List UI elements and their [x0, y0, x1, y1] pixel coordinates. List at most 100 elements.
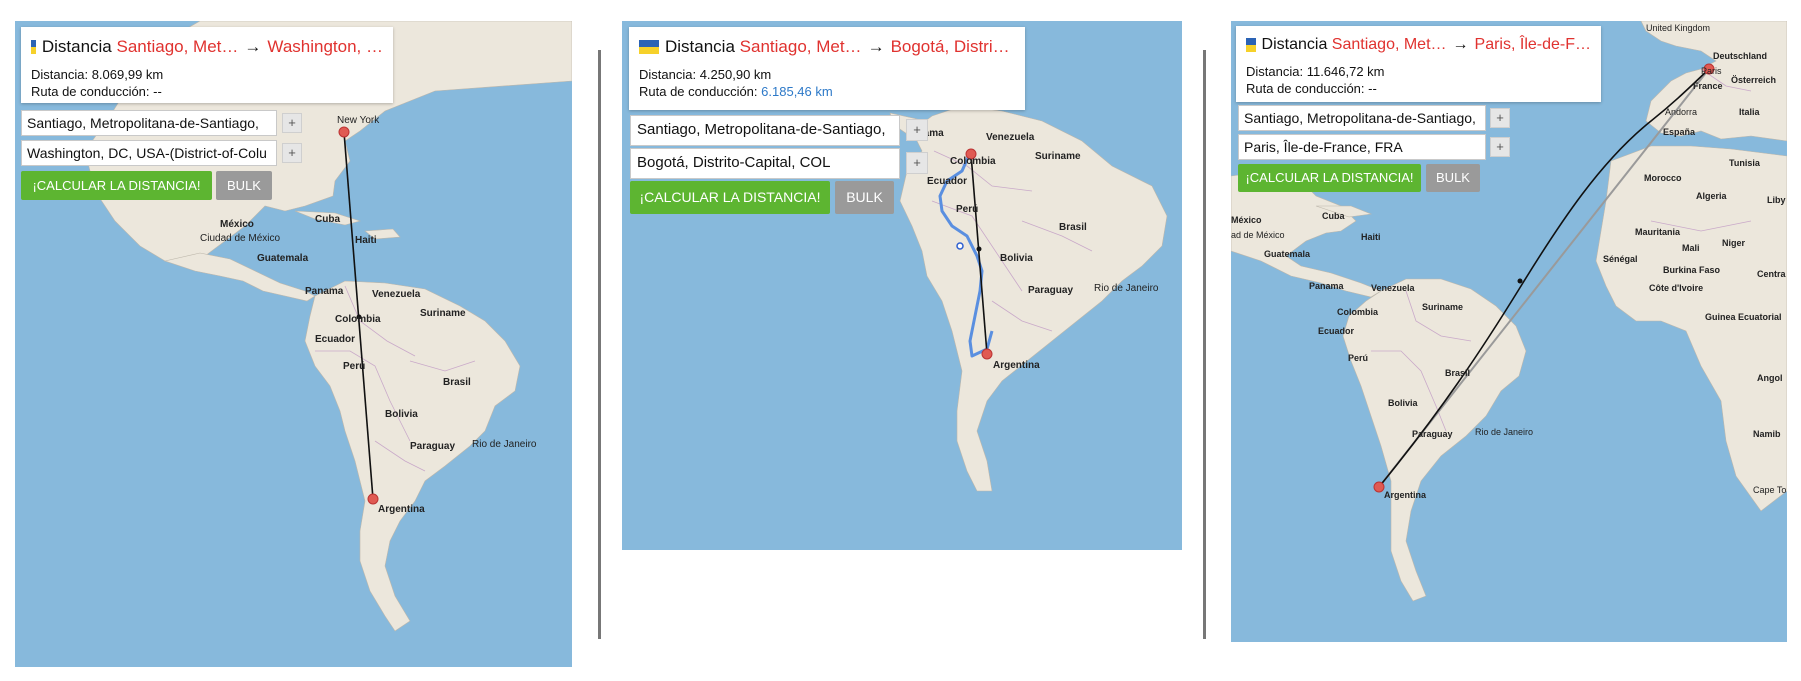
map-label-suriname: Suriname	[1035, 151, 1081, 162]
map-label-senegal: Sénégal	[1603, 254, 1638, 264]
map-label-haiti: Haiti	[355, 235, 377, 246]
map-label-deutschland: Deutschland	[1713, 51, 1767, 61]
add-destination-button[interactable]: +	[1490, 137, 1510, 157]
map-label-cuba: Cuba	[315, 214, 340, 225]
distance-title: Distancia Santiago, Met… → Washington, …	[31, 37, 383, 57]
map-label-andorra: Andorra	[1665, 107, 1697, 117]
bulk-button[interactable]: BULK	[216, 171, 272, 200]
route-label: Ruta de conducción:	[1246, 81, 1365, 96]
distance-info-box: Distancia Santiago, Met… → Paris, Île-de…	[1236, 26, 1601, 102]
distance-title-label: Distancia	[1261, 36, 1328, 53]
calculate-distance-button[interactable]: ¡CALCULAR LA DISTANCIA!	[1238, 164, 1421, 192]
map-label-peru: Perú	[1348, 353, 1368, 363]
bulk-button[interactable]: BULK	[835, 181, 894, 214]
calculate-distance-button[interactable]: ¡CALCULAR LA DISTANCIA!	[21, 171, 212, 200]
arrow-right-icon: →	[1452, 36, 1469, 53]
arrow-right-icon: →	[867, 37, 885, 56]
map-panel-washington[interactable]: New York México Ciudad de México Cuba Ha…	[15, 21, 572, 667]
map-label-mauritania: Mauritania	[1635, 227, 1681, 237]
map-label-guatemala: Guatemala	[257, 253, 309, 264]
map-label-argentina: Argentina	[1384, 490, 1427, 500]
origin-input[interactable]: Santiago, Metropolitana-de-Santiago,	[21, 110, 277, 136]
map-label-argentina: Argentina	[378, 504, 425, 515]
ukraine-flag-icon	[639, 40, 659, 54]
distance-title: Distancia Santiago, Met… → Paris, Île-de…	[1246, 36, 1591, 54]
map-label-uk: United Kingdom	[1646, 23, 1710, 33]
destination-input[interactable]: Bogotá, Distrito-Capital, COL	[630, 148, 900, 179]
bulk-button[interactable]: BULK	[1426, 164, 1480, 192]
map-panel-bogota[interactable]: anama Venezuela Colombia Suriname Ecuado…	[622, 21, 1182, 550]
origin-input[interactable]: Santiago, Metropolitana-de-Santiago,	[630, 115, 900, 146]
distance-label: Distancia:	[639, 67, 697, 82]
distance-line: Distancia: 11.646,72 km	[1246, 64, 1591, 79]
map-label-espana: España	[1663, 127, 1696, 137]
calculate-distance-button[interactable]: ¡CALCULAR LA DISTANCIA!	[630, 181, 830, 214]
map-label-algeria: Algeria	[1696, 191, 1728, 201]
map-label-paraguay: Paraguay	[410, 441, 455, 452]
map-label-brasil: Brasil	[1445, 368, 1470, 378]
map-label-niger: Niger	[1722, 238, 1746, 248]
distance-value: 4.250,90 km	[699, 67, 772, 82]
map-label-haiti: Haiti	[1361, 232, 1381, 242]
map-label-ecuador: Ecuador	[1318, 326, 1355, 336]
destination-city-name: Washington, …	[267, 37, 383, 56]
map-label-panama: Panama	[1309, 281, 1345, 291]
map-label-paraguay: Paraguay	[1412, 429, 1453, 439]
route-waypoint-marker	[956, 242, 964, 250]
map-label-capetown: Cape To	[1753, 485, 1786, 495]
origin-input[interactable]: Santiago, Metropolitana-de-Santiago,	[1238, 105, 1486, 131]
midpoint-marker	[1517, 278, 1523, 284]
route-value-link[interactable]: 6.185,46 km	[761, 84, 833, 99]
distance-title: Distancia Santiago, Met… → Bogotá, Distr…	[639, 37, 1015, 57]
map-label-peru: Perú	[956, 204, 978, 215]
distance-title-label: Distancia	[665, 37, 735, 56]
route-label: Ruta de conducción:	[31, 84, 150, 99]
map-label-rio: Rio de Janeiro	[472, 439, 537, 450]
route-label: Ruta de conducción:	[639, 84, 758, 99]
map-label-ecuador: Ecuador	[315, 334, 355, 345]
map-label-brasil: Brasil	[1059, 222, 1087, 233]
map-label-venezuela: Venezuela	[372, 289, 421, 300]
map-label-ciudad-mexico: ad de México	[1231, 230, 1285, 240]
map-label-colombia: Colombia	[335, 314, 381, 325]
map-label-mali: Mali	[1682, 243, 1700, 253]
map-label-cuba: Cuba	[1322, 211, 1345, 221]
route-line: Ruta de conducción: --	[1246, 81, 1591, 96]
map-label-guinea: Guinea Ecuatorial	[1705, 312, 1782, 322]
distance-info-box: Distancia Santiago, Met… → Washington, ……	[21, 27, 393, 103]
distance-value: 11.646,72 km	[1306, 64, 1385, 79]
distance-label: Distancia:	[31, 67, 89, 82]
add-origin-button[interactable]: +	[906, 119, 928, 141]
distance-title-label: Distancia	[41, 37, 112, 56]
origin-marker[interactable]	[981, 348, 993, 360]
distance-info-box: Distancia Santiago, Met… → Bogotá, Distr…	[629, 27, 1025, 110]
route-line: Ruta de conducción: 6.185,46 km	[639, 84, 1015, 99]
map-label-bolivia: Bolivia	[385, 409, 418, 420]
route-value: --	[1368, 81, 1377, 96]
map-label-angola: Angol	[1757, 373, 1783, 383]
add-destination-button[interactable]: +	[906, 152, 928, 174]
destination-input[interactable]: Paris, Île-de-France, FRA	[1238, 134, 1486, 160]
midpoint-marker	[976, 246, 982, 252]
destination-marker[interactable]	[338, 126, 350, 138]
origin-marker[interactable]	[1373, 481, 1385, 493]
panel-divider	[1203, 50, 1206, 639]
panel-divider	[598, 50, 601, 639]
map-label-mexico: México	[220, 219, 254, 230]
map-label-ecuador: Ecuador	[927, 176, 967, 187]
map-panel-paris[interactable]: United Kingdom Deutschland Paris France …	[1231, 21, 1787, 642]
map-label-new-york: New York	[337, 115, 380, 126]
route-line: Ruta de conducción: --	[31, 84, 383, 99]
origin-marker[interactable]	[367, 493, 379, 505]
map-label-rio: Rio de Janeiro	[1475, 427, 1533, 437]
map-label-morocco: Morocco	[1644, 173, 1682, 183]
add-origin-button[interactable]: +	[282, 113, 302, 133]
map-label-argentina: Argentina	[993, 360, 1040, 371]
map-label-panama: Panama	[305, 286, 344, 297]
landmass-south-america	[899, 105, 1168, 492]
add-destination-button[interactable]: +	[282, 143, 302, 163]
add-origin-button[interactable]: +	[1490, 108, 1510, 128]
destination-input[interactable]: Washington, DC, USA-(District-of-Colu	[21, 140, 277, 166]
origin-city-name: Santiago, Met…	[739, 37, 862, 56]
distance-value: 8.069,99 km	[91, 67, 164, 82]
